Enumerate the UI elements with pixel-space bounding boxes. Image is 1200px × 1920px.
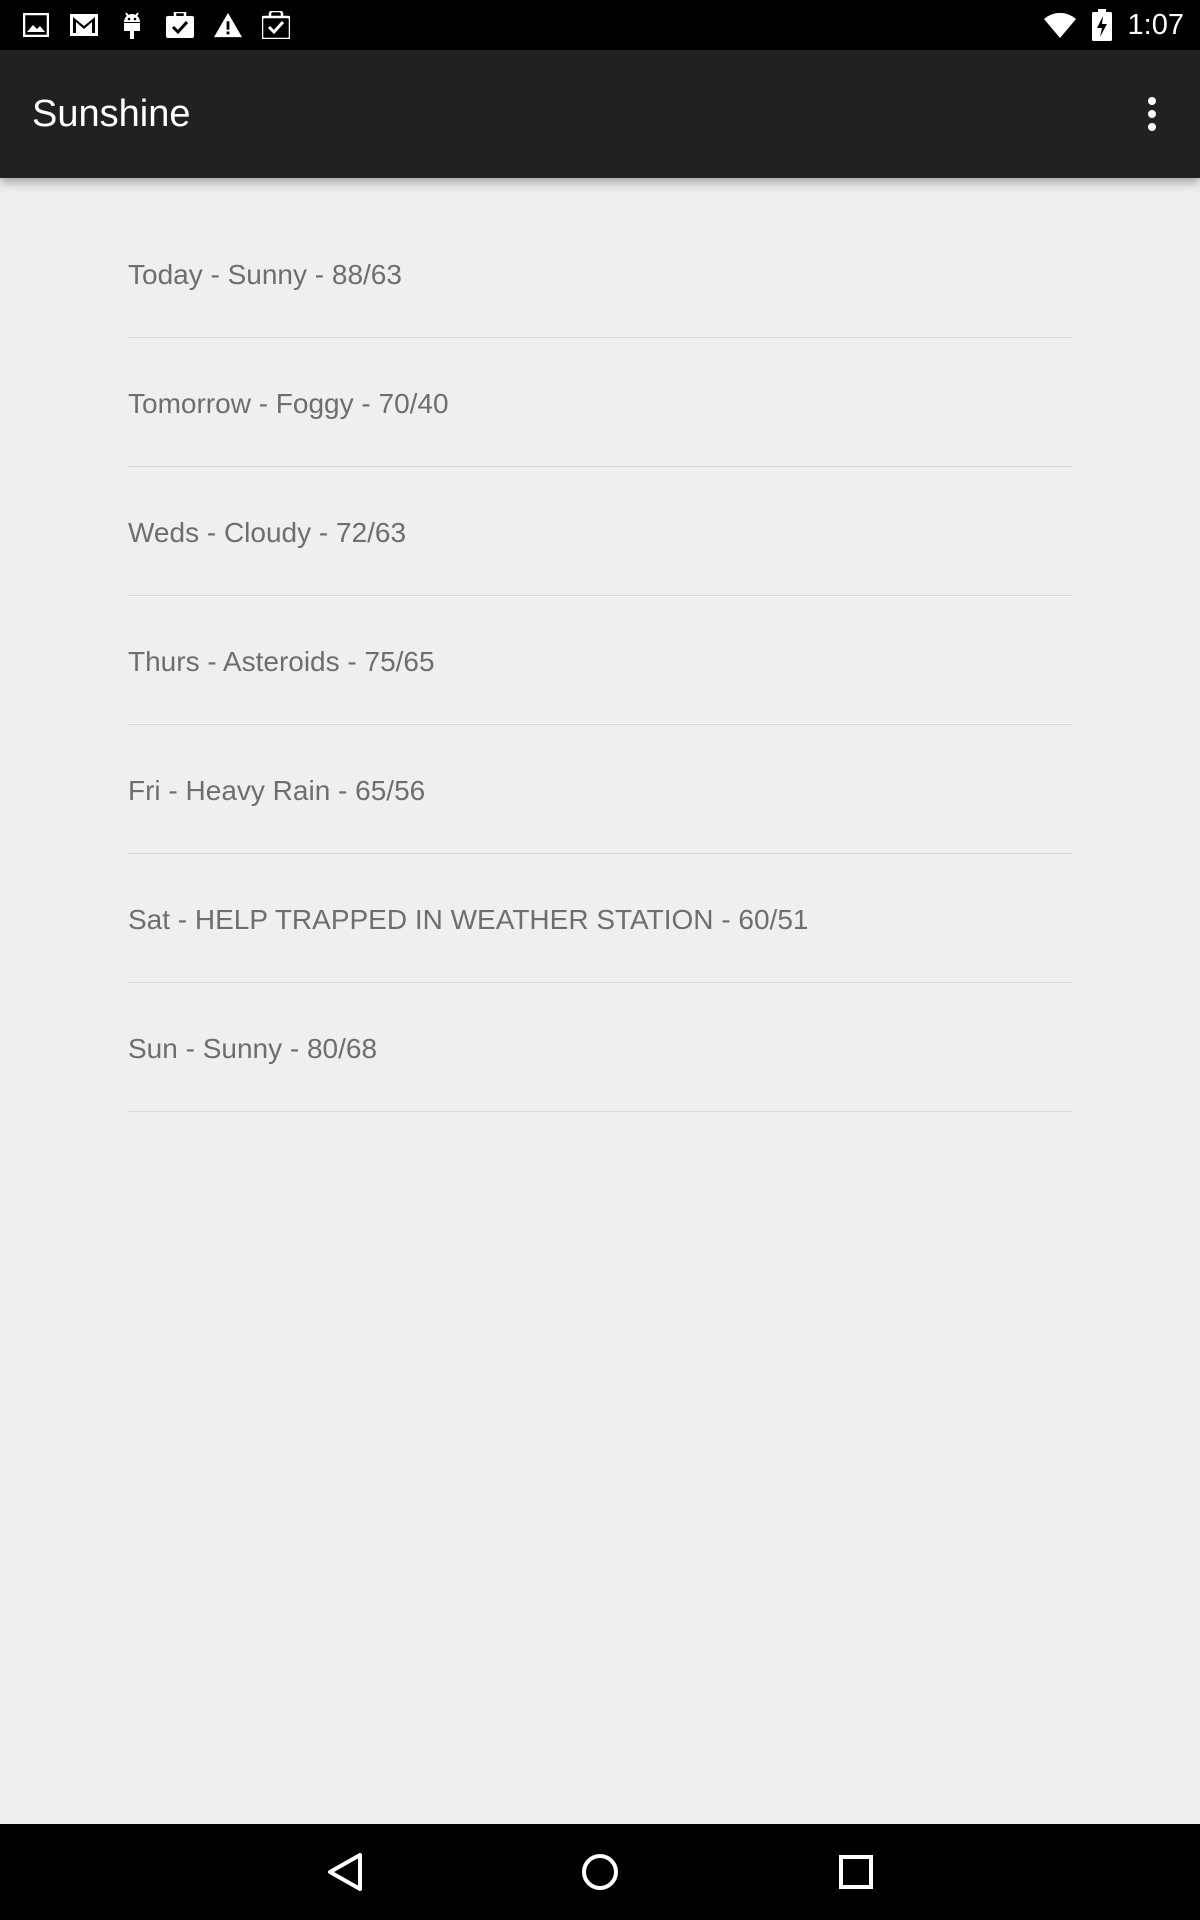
- navigation-bar: [0, 1824, 1200, 1920]
- shopping-check-icon: [262, 11, 290, 39]
- back-icon: [328, 1853, 362, 1891]
- warning-icon: [214, 11, 242, 39]
- status-bar: 1:07: [0, 0, 1200, 50]
- app-bar: Sunshine: [0, 50, 1200, 178]
- forecast-item-text: Tomorrow - Foggy - 70/40: [128, 388, 449, 419]
- back-button[interactable]: [314, 1844, 374, 1900]
- forecast-item-text: Weds - Cloudy - 72/63: [128, 517, 407, 548]
- image-icon: [22, 11, 50, 39]
- forecast-item-text: Sat - HELP TRAPPED IN WEATHER STATION - …: [128, 904, 809, 935]
- forecast-item-text: Fri - Heavy Rain - 65/56: [128, 775, 426, 806]
- recents-icon: [839, 1855, 873, 1889]
- home-button[interactable]: [570, 1844, 630, 1900]
- forecast-list-item[interactable]: Sat - HELP TRAPPED IN WEATHER STATION - …: [128, 854, 1072, 983]
- forecast-list-item[interactable]: Today - Sunny - 88/63: [128, 178, 1072, 338]
- home-icon: [582, 1854, 618, 1890]
- forecast-list-item[interactable]: Weds - Cloudy - 72/63: [128, 467, 1072, 596]
- battery-charging-icon: [1091, 9, 1112, 41]
- wifi-icon: [1043, 12, 1076, 38]
- gmail-icon: [70, 11, 98, 39]
- forecast-list-item[interactable]: Fri - Heavy Rain - 65/56: [128, 725, 1072, 854]
- status-time: 1:07: [1127, 8, 1184, 41]
- forecast-list-item[interactable]: Sun - Sunny - 80/68: [128, 983, 1072, 1112]
- system-status: 1:07: [1043, 8, 1184, 42]
- screen: 1:07 Sunshine Today - Sunny - 88/63 Tomo…: [0, 0, 1200, 1920]
- forecast-item-text: Sun - Sunny - 80/68: [128, 1033, 378, 1064]
- overflow-menu-button[interactable]: [1124, 86, 1180, 142]
- forecast-list-item[interactable]: Thurs - Asteroids - 75/65: [128, 596, 1072, 725]
- forecast-list: Today - Sunny - 88/63 Tomorrow - Foggy -…: [0, 178, 1200, 1112]
- forecast-list-item[interactable]: Tomorrow - Foggy - 70/40: [128, 338, 1072, 467]
- notification-icons: [22, 10, 310, 40]
- forecast-item-text: Thurs - Asteroids - 75/65: [128, 646, 435, 677]
- forecast-item-text: Today - Sunny - 88/63: [128, 259, 402, 290]
- android-icon: [118, 11, 146, 39]
- recents-button[interactable]: [826, 1844, 886, 1900]
- app-title: Sunshine: [32, 93, 191, 135]
- clipboard-check-icon: [166, 11, 194, 39]
- more-vert-icon: [1148, 97, 1156, 131]
